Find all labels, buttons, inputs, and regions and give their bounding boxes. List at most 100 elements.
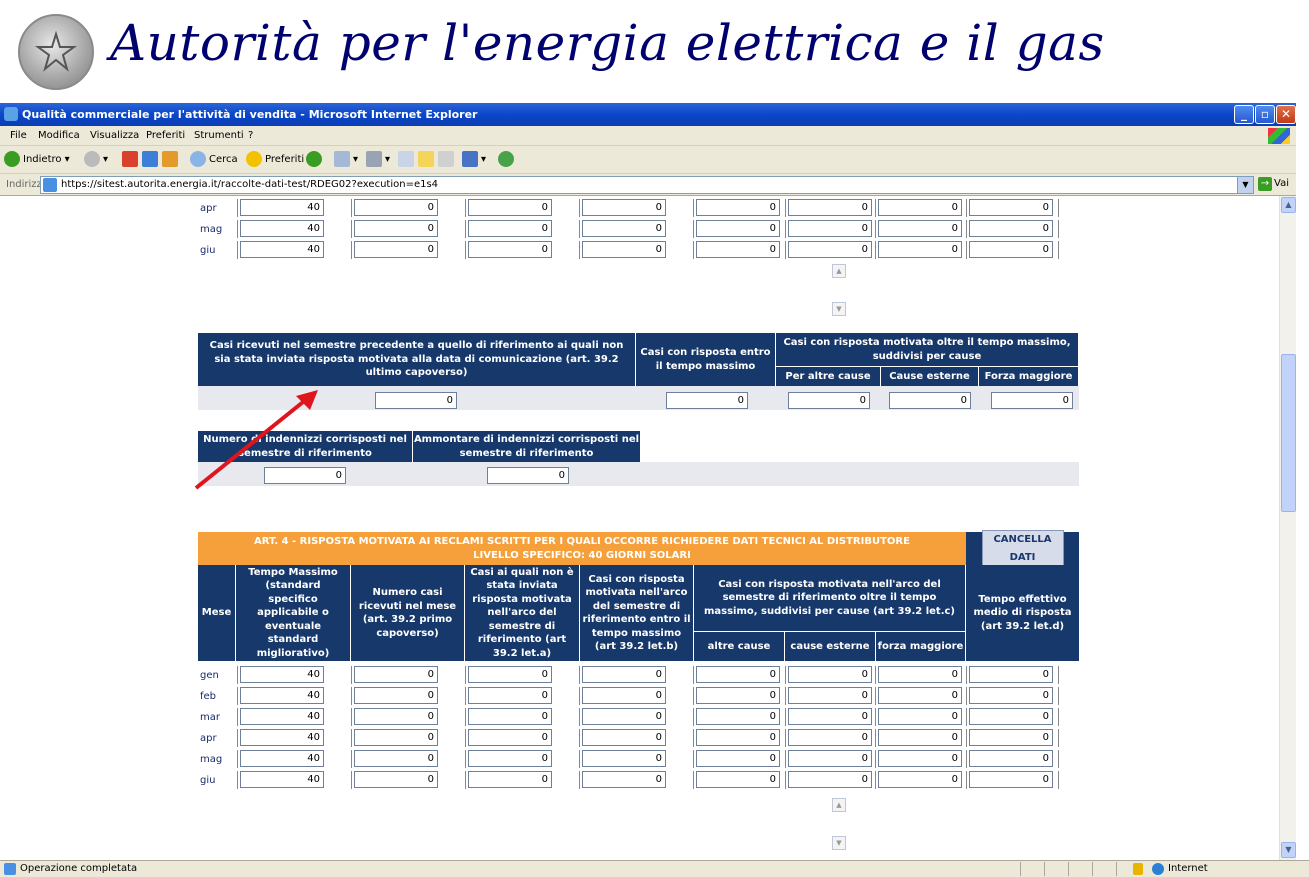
top-row-input[interactable]: 0 [354, 241, 438, 258]
art4-row-input[interactable]: 0 [878, 666, 962, 683]
art4-row-input[interactable]: 0 [468, 729, 552, 746]
top-row-input[interactable]: 0 [878, 199, 962, 216]
art4-row-input[interactable]: 0 [969, 687, 1053, 704]
print-button[interactable]: ▾ [366, 151, 390, 169]
art4-row-input[interactable]: 0 [969, 666, 1053, 683]
art4-row-input[interactable]: 0 [788, 708, 872, 725]
art4-row-input[interactable]: 40 [240, 708, 324, 725]
art4-row-input[interactable]: 0 [788, 687, 872, 704]
menu-help[interactable]: ? [248, 130, 253, 141]
art4-row-input[interactable]: 0 [354, 729, 438, 746]
art4-row-input[interactable]: 0 [696, 666, 780, 683]
scroll-thumb[interactable] [1281, 354, 1296, 512]
address-input[interactable]: https://sitest.autorita.energia.it/racco… [40, 176, 1254, 194]
top-row-input[interactable]: 0 [468, 199, 552, 216]
menu-file[interactable]: File [10, 130, 27, 141]
top-row-input[interactable]: 0 [969, 220, 1053, 237]
search-button[interactable]: Cerca [190, 151, 238, 169]
history-button[interactable] [306, 151, 325, 169]
top-row-input[interactable]: 0 [582, 220, 666, 237]
top-row-input[interactable]: 0 [468, 220, 552, 237]
refresh-button[interactable] [142, 151, 161, 169]
indennizzi-ammontare-input[interactable]: 0 [487, 467, 569, 484]
art4-row-input[interactable]: 0 [788, 729, 872, 746]
top-row-input[interactable]: 0 [788, 241, 872, 258]
top-row-input[interactable]: 0 [582, 199, 666, 216]
scroll-up-icon[interactable]: ▲ [832, 798, 846, 812]
art4-row-input[interactable]: 0 [696, 771, 780, 788]
folder-button[interactable] [418, 151, 437, 169]
art4-row-input[interactable]: 0 [354, 666, 438, 683]
art4-row-input[interactable]: 40 [240, 666, 324, 683]
art4-row-input[interactable]: 0 [582, 708, 666, 725]
discuss-button[interactable] [438, 151, 457, 169]
art4-row-input[interactable]: 0 [468, 666, 552, 683]
top-row-input[interactable]: 40 [240, 199, 324, 216]
menu-visualizza[interactable]: Visualizza [90, 130, 139, 141]
top-row-input[interactable]: 0 [788, 199, 872, 216]
cancella-dati-button[interactable]: CANCELLA DATI [981, 529, 1064, 568]
art4-row-input[interactable]: 0 [878, 729, 962, 746]
scroll-down-icon[interactable]: ▼ [832, 836, 846, 850]
art4-row-input[interactable]: 0 [582, 666, 666, 683]
art4-row-input[interactable]: 40 [240, 687, 324, 704]
art4-row-input[interactable]: 0 [582, 750, 666, 767]
scroll-down-icon[interactable]: ▼ [832, 302, 846, 316]
art4-row-input[interactable]: 0 [354, 771, 438, 788]
art4-row-input[interactable]: 40 [240, 750, 324, 767]
top-row-input[interactable]: 0 [354, 199, 438, 216]
top-row-input[interactable]: 0 [468, 241, 552, 258]
art4-row-input[interactable]: 0 [788, 666, 872, 683]
art4-row-input[interactable]: 0 [969, 708, 1053, 725]
mail-button[interactable]: ▾ [334, 151, 358, 169]
minimize-button[interactable]: _ [1234, 105, 1254, 124]
art4-row-input[interactable]: 0 [354, 687, 438, 704]
semester-cause-esterne-input[interactable]: 0 [889, 392, 971, 409]
semester-altre-cause-input[interactable]: 0 [788, 392, 870, 409]
art4-row-input[interactable]: 0 [468, 750, 552, 767]
top-row-input[interactable]: 0 [878, 220, 962, 237]
art4-row-input[interactable]: 0 [969, 729, 1053, 746]
semester-entro-input[interactable]: 0 [666, 392, 748, 409]
art4-row-input[interactable]: 0 [788, 771, 872, 788]
art4-row-input[interactable]: 0 [878, 750, 962, 767]
art4-row-input[interactable]: 0 [696, 729, 780, 746]
favorites-button[interactable]: Preferiti [246, 151, 304, 169]
vertical-scrollbar[interactable]: ▲ ▼ [1279, 196, 1296, 860]
scroll-down-button[interactable]: ▼ [1281, 842, 1296, 858]
art4-row-input[interactable]: 0 [582, 771, 666, 788]
forward-button[interactable]: ▾ [84, 151, 108, 169]
scroll-up-button[interactable]: ▲ [1281, 197, 1296, 213]
top-row-input[interactable]: 0 [788, 220, 872, 237]
top-row-input[interactable]: 0 [354, 220, 438, 237]
stop-button[interactable] [122, 151, 141, 169]
art4-row-input[interactable]: 0 [582, 687, 666, 704]
back-button[interactable]: Indietro ▾ [4, 151, 70, 169]
semester-casi-ricevuti-input[interactable]: 0 [375, 392, 457, 409]
menu-preferiti[interactable]: Preferiti [146, 130, 185, 141]
top-row-input[interactable]: 0 [969, 199, 1053, 216]
art4-row-input[interactable]: 0 [696, 708, 780, 725]
maximize-button[interactable]: ▫ [1255, 105, 1275, 124]
art4-row-input[interactable]: 0 [969, 771, 1053, 788]
art4-row-input[interactable]: 0 [468, 771, 552, 788]
art4-row-input[interactable]: 0 [696, 750, 780, 767]
go-button[interactable]: → Vai [1258, 177, 1289, 191]
scroll-up-icon[interactable]: ▲ [832, 264, 846, 278]
art4-row-input[interactable]: 0 [696, 687, 780, 704]
top-row-input[interactable]: 0 [696, 241, 780, 258]
art4-row-input[interactable]: 0 [878, 708, 962, 725]
home-button[interactable] [162, 151, 181, 169]
art4-row-input[interactable]: 0 [582, 729, 666, 746]
top-row-input[interactable]: 40 [240, 220, 324, 237]
semester-forza-maggiore-input[interactable]: 0 [991, 392, 1073, 409]
research-button[interactable] [498, 151, 517, 169]
top-row-input[interactable]: 0 [696, 220, 780, 237]
top-row-input[interactable]: 0 [696, 199, 780, 216]
art4-row-input[interactable]: 0 [788, 750, 872, 767]
top-row-input[interactable]: 0 [969, 241, 1053, 258]
art4-row-input[interactable]: 0 [354, 708, 438, 725]
messenger-button[interactable]: ▾ [462, 151, 486, 169]
art4-row-input[interactable]: 40 [240, 729, 324, 746]
edit-button[interactable] [398, 151, 417, 169]
